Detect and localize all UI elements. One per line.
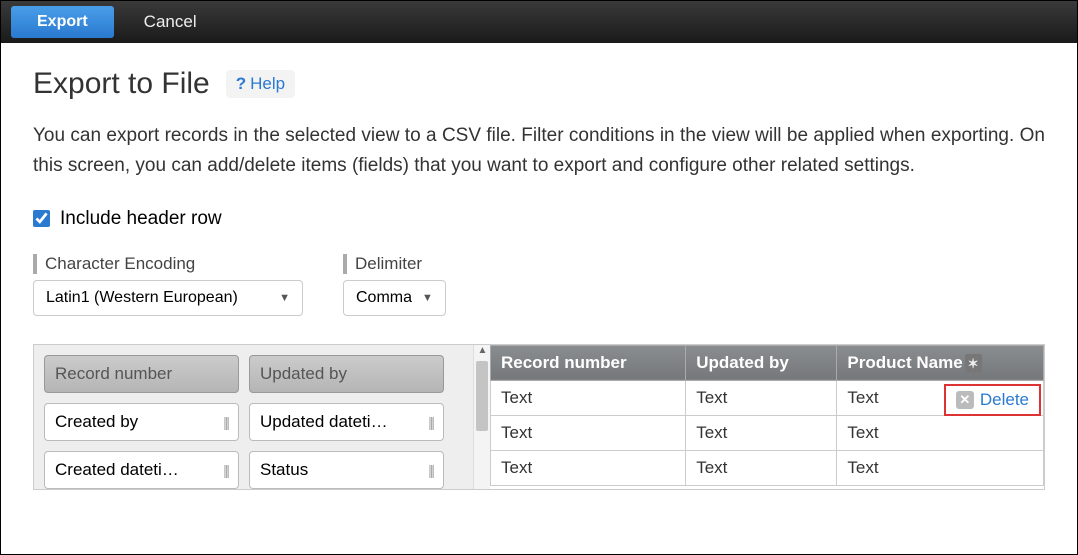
column-header[interactable]: Product Name✶ (837, 345, 1044, 380)
grip-icon: ||| (223, 462, 228, 478)
table-row: TextTextText (491, 450, 1044, 485)
cancel-button[interactable]: Cancel (144, 12, 197, 32)
encoding-label: Character Encoding (33, 254, 303, 274)
field-chip[interactable]: Updated by (249, 355, 444, 393)
main-content: Export to File ? Help You can export rec… (1, 43, 1077, 514)
page-description: You can export records in the selected v… (33, 121, 1045, 182)
gear-icon[interactable]: ✶ (965, 354, 982, 373)
help-link[interactable]: ? Help (226, 70, 295, 98)
column-header[interactable]: Record number (491, 345, 686, 380)
field-chip[interactable]: Updated dateti… ||| (249, 403, 444, 441)
page-title: Export to File (33, 67, 210, 101)
field-palette: Record numberUpdated byCreated by|||Upda… (34, 345, 490, 489)
table-cell: Text (686, 415, 837, 450)
table-cell: Text (686, 380, 837, 415)
delimiter-select[interactable]: Comma ▼ (343, 280, 446, 316)
chevron-down-icon: ▼ (422, 292, 433, 304)
include-header-row[interactable]: Include header row (33, 208, 1045, 230)
table-cell: Text (837, 415, 1044, 450)
field-chip[interactable]: Created dateti… ||| (44, 451, 239, 489)
encoding-select[interactable]: Latin1 (Western European) ▼ (33, 280, 303, 316)
column-header[interactable]: Updated by (686, 345, 837, 380)
table-cell: Text✕Delete (837, 380, 1044, 415)
scroll-up-icon[interactable]: ▲ (475, 345, 490, 360)
scroll-thumb[interactable] (476, 361, 488, 431)
table-cell: Text (686, 450, 837, 485)
grip-icon: ||| (223, 414, 228, 430)
scrollbar[interactable]: ▲ (473, 345, 490, 489)
export-button[interactable]: Export (11, 6, 114, 38)
table-cell: Text (837, 450, 1044, 485)
table-cell: Text (491, 450, 686, 485)
table-row: TextTextText✕Delete (491, 380, 1044, 415)
close-icon[interactable]: ✕ (956, 391, 974, 409)
field-chip[interactable]: Status ||| (249, 451, 444, 489)
grip-icon: ||| (428, 462, 433, 478)
delimiter-label: Delimiter (343, 254, 446, 274)
field-chip-label: Created dateti… (55, 460, 179, 480)
include-header-label: Include header row (60, 208, 222, 230)
field-chip-label: Updated by (260, 364, 347, 384)
encoding-value: Latin1 (Western European) (46, 289, 238, 307)
table-row: TextTextText (491, 415, 1044, 450)
field-chip-label: Record number (55, 364, 172, 384)
delete-label: Delete (980, 390, 1029, 410)
preview-table: Record numberUpdated byProduct Name✶ Tex… (490, 345, 1044, 489)
chevron-down-icon: ▼ (279, 292, 290, 304)
table-cell: Text (491, 415, 686, 450)
help-icon: ? (236, 74, 246, 94)
include-header-checkbox[interactable] (33, 210, 50, 227)
delete-popover[interactable]: ✕ Delete (944, 384, 1041, 416)
field-chip-label: Updated dateti… (260, 412, 388, 432)
grip-icon: ||| (428, 414, 433, 430)
field-chip-label: Status (260, 460, 308, 480)
field-chip[interactable]: Created by ||| (44, 403, 239, 441)
delimiter-value: Comma (356, 289, 412, 307)
field-chip-label: Created by (55, 412, 138, 432)
table-cell: Text (491, 380, 686, 415)
help-label: Help (250, 74, 285, 94)
field-chip[interactable]: Record number (44, 355, 239, 393)
top-toolbar: Export Cancel (1, 1, 1077, 43)
